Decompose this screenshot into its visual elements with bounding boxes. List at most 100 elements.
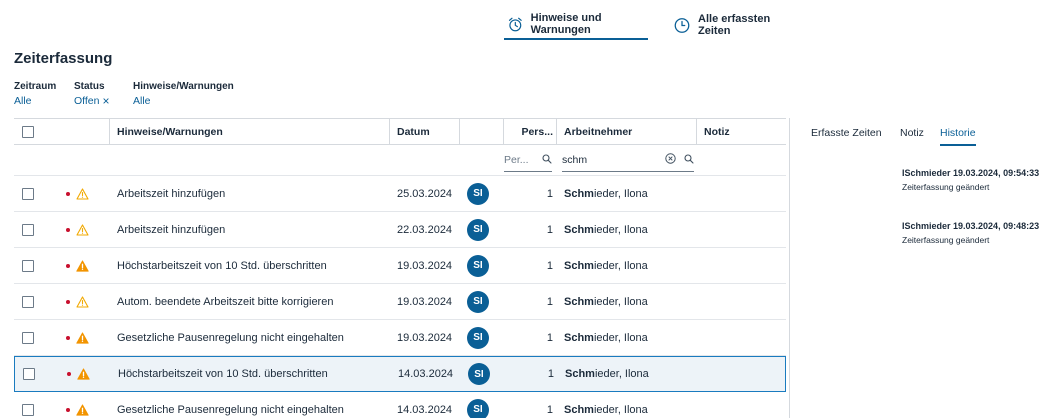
- name-match: Schm: [565, 368, 595, 380]
- table-header: Hinweise/Warnungen Datum Pers... Arbeitn…: [14, 118, 786, 145]
- warning-outline-icon: [76, 176, 89, 211]
- filter-zeitraum-value[interactable]: Alle: [14, 95, 56, 107]
- row-checkbox[interactable]: [22, 259, 34, 272]
- status-dot: [66, 191, 70, 196]
- filter-label: Hinweise/Warnungen: [133, 81, 234, 92]
- table-row[interactable]: Höchstarbeitszeit von 10 Std. überschrit…: [14, 356, 786, 392]
- avatar: SI: [467, 326, 489, 349]
- avatar: SI: [467, 290, 489, 313]
- row-pers: 1: [546, 187, 553, 200]
- filter-value-text: Alle: [133, 95, 151, 107]
- row-arbeitnehmer: Schm ieder, Ilona: [565, 357, 649, 391]
- name-rest: ieder, Ilona: [593, 331, 648, 344]
- row-datum: 19.03.2024: [397, 331, 453, 344]
- table-row[interactable]: Höchstarbeitszeit von 10 Std. überschrit…: [14, 248, 786, 284]
- header-pers[interactable]: Pers...: [503, 119, 553, 144]
- arbeitnehmer-filter-field[interactable]: [562, 149, 694, 172]
- row-datum: 25.03.2024: [397, 187, 453, 200]
- avatar: SI: [467, 254, 489, 277]
- pers-filter-input[interactable]: [504, 154, 538, 166]
- row-datum: 19.03.2024: [397, 295, 453, 308]
- header-hinweise[interactable]: Hinweise/Warnungen: [117, 119, 223, 144]
- tab-alle-erfassten-zeiten[interactable]: Alle erfassten Zeiten: [670, 10, 800, 40]
- pers-filter-field[interactable]: [504, 149, 552, 172]
- arbeitnehmer-filter-input[interactable]: [562, 154, 661, 166]
- row-pers: 1: [546, 403, 553, 416]
- name-match: Schm: [564, 295, 594, 308]
- row-checkbox[interactable]: [22, 403, 34, 416]
- tab-erfasste-zeiten[interactable]: Erfasste Zeiten: [811, 127, 882, 144]
- name-match: Schm: [564, 187, 594, 200]
- status-dot: [66, 227, 70, 232]
- alarm-clock-icon: [508, 17, 522, 31]
- header-notiz[interactable]: Notiz: [704, 119, 730, 144]
- filter-zeitraum: Zeitraum Alle: [14, 81, 56, 107]
- header-datum[interactable]: Datum: [397, 119, 430, 144]
- row-checkbox[interactable]: [22, 187, 34, 200]
- table-row[interactable]: Arbeitszeit hinzufügen 25.03.2024 SI 1 Schm i…: [14, 176, 786, 212]
- page-title: Zeiterfassung: [14, 50, 113, 67]
- header-arbeitnehmer[interactable]: Arbeitnehmer: [564, 119, 632, 144]
- row-pers: 1: [546, 331, 553, 344]
- row-pers: 1: [546, 223, 553, 236]
- select-all-checkbox[interactable]: [22, 125, 34, 138]
- row-warning-text: Höchstarbeitszeit von 10 Std. überschrit…: [117, 259, 327, 272]
- warning-filled-icon: [76, 248, 89, 283]
- row-arbeitnehmer: Schm ieder, Ilona: [564, 212, 648, 247]
- detail-tabs: Erfasste Zeiten Notiz Historie: [790, 118, 1053, 148]
- row-arbeitnehmer: Schm ieder, Ilona: [564, 320, 648, 355]
- warning-filled-icon: [77, 357, 90, 391]
- name-rest: ieder, Ilona: [593, 187, 648, 200]
- name-match: Schm: [564, 259, 594, 272]
- filter-label: Zeitraum: [14, 81, 57, 92]
- row-checkbox[interactable]: [22, 223, 34, 236]
- name-rest: ieder, Ilona: [593, 295, 648, 308]
- avatar: SI: [467, 398, 489, 418]
- filter-value-text: Alle: [14, 95, 32, 107]
- search-icon[interactable]: [684, 153, 694, 167]
- row-checkbox[interactable]: [22, 295, 34, 308]
- row-checkbox[interactable]: [22, 331, 34, 344]
- avatar: SI: [468, 363, 490, 385]
- row-datum: 14.03.2024: [398, 368, 454, 380]
- history-entry-subtitle: Zeiterfassung geändert: [902, 182, 990, 192]
- avatar: SI: [467, 182, 489, 205]
- status-dot: [66, 263, 70, 268]
- row-pers: 1: [546, 259, 553, 272]
- close-icon[interactable]: ×: [103, 95, 110, 107]
- table-filter-row: [14, 145, 786, 176]
- tab-hinweise-und-warnungen[interactable]: Hinweise und Warnungen: [504, 10, 648, 40]
- row-datum: 14.03.2024: [397, 403, 453, 416]
- clear-circle-icon[interactable]: [665, 153, 676, 167]
- table-row[interactable]: Arbeitszeit hinzufügen 22.03.2024 SI 1 Schm i…: [14, 212, 786, 248]
- name-rest: ieder, Ilona: [593, 259, 648, 272]
- filter-status-value[interactable]: Offen ×: [74, 95, 110, 107]
- row-arbeitnehmer: Schm ieder, Ilona: [564, 284, 648, 319]
- filter-status: Status Offen ×: [74, 81, 110, 107]
- status-dot: [66, 299, 70, 304]
- warning-filled-icon: [76, 392, 89, 418]
- tab-historie[interactable]: Historie: [940, 127, 976, 146]
- warning-filled-icon: [76, 320, 89, 355]
- table-row[interactable]: Gesetzliche Pausenregelung nicht eingeha…: [14, 392, 786, 418]
- filter-hinweise: Hinweise/Warnungen Alle: [133, 81, 234, 107]
- history-entry-title: ISchmieder 19.03.2024, 09:54:33: [902, 168, 1040, 178]
- search-icon[interactable]: [542, 153, 552, 167]
- name-rest: ieder, Ilona: [594, 368, 649, 380]
- status-dot: [67, 372, 71, 376]
- name-match: Schm: [564, 403, 594, 416]
- warning-outline-icon: [76, 284, 89, 319]
- row-datum: 22.03.2024: [397, 223, 453, 236]
- tab-notiz[interactable]: Notiz: [900, 127, 924, 144]
- detail-panel: Erfasste Zeiten Notiz Historie ISchmiede…: [789, 118, 1053, 418]
- row-warning-text: Autom. beendete Arbeitszeit bitte korrig…: [117, 295, 334, 308]
- filter-hinweise-value[interactable]: Alle: [133, 95, 234, 107]
- row-warning-text: Arbeitszeit hinzufügen: [117, 223, 226, 236]
- row-pers: 1: [546, 295, 553, 308]
- row-warning-text: Arbeitszeit hinzufügen: [117, 187, 226, 200]
- row-warning-text: Gesetzliche Pausenregelung nicht eingeha…: [117, 331, 344, 344]
- history-entry: ISchmieder 19.03.2024, 09:54:33 Zeiterfa…: [902, 168, 1039, 192]
- table-row[interactable]: Autom. beendete Arbeitszeit bitte korrig…: [14, 284, 786, 320]
- table-row[interactable]: Gesetzliche Pausenregelung nicht eingeha…: [14, 320, 786, 356]
- row-checkbox[interactable]: [23, 368, 35, 380]
